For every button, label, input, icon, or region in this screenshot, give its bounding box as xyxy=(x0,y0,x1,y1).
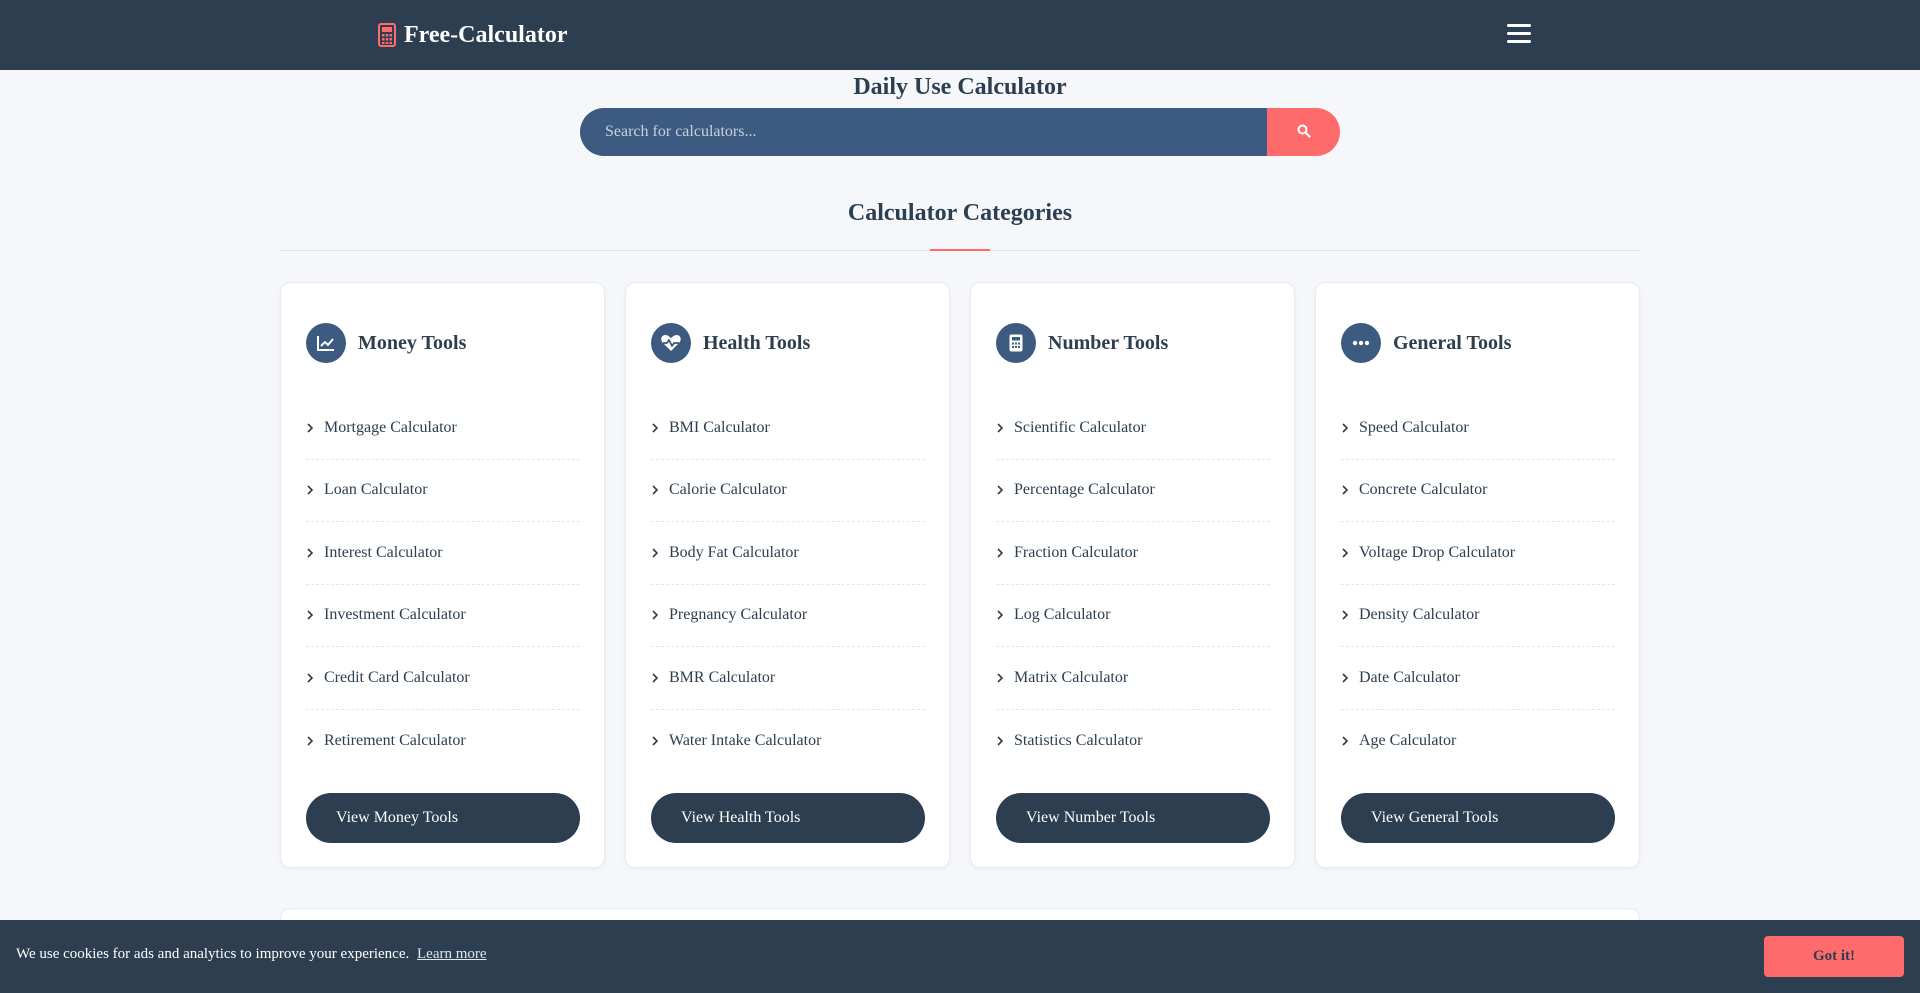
search-bar xyxy=(580,108,1340,156)
list-item-pregnancy-calculator[interactable]: Pregnancy Calculator xyxy=(651,585,925,647)
calculator-list: Scientific Calculator Percentage Calcula… xyxy=(996,397,1270,772)
section-accent-bar xyxy=(930,249,990,251)
chevron-right-icon xyxy=(1341,609,1351,621)
categories-heading: Calculator Categories xyxy=(847,200,1073,226)
list-item-scientific-calculator[interactable]: Scientific Calculator xyxy=(996,397,1270,460)
list-item-interest-calculator[interactable]: Interest Calculator xyxy=(306,522,580,585)
search-icon xyxy=(1297,124,1311,141)
learn-more-link[interactable]: Learn more xyxy=(417,946,487,962)
list-item-fraction-calculator[interactable]: Fraction Calculator xyxy=(996,522,1270,585)
chevron-right-icon xyxy=(651,422,661,434)
hamburger-menu-icon[interactable] xyxy=(1507,24,1531,44)
search-button[interactable] xyxy=(1267,108,1340,156)
chevron-right-icon xyxy=(996,735,1006,747)
list-item-bmr-calculator[interactable]: BMR Calculator xyxy=(651,647,925,710)
brand-logo-link[interactable]: Free-Calculator xyxy=(378,20,568,50)
chart-line-icon xyxy=(306,323,346,363)
list-item-investment-calculator[interactable]: Investment Calculator xyxy=(306,585,580,647)
list-item-mortgage-calculator[interactable]: Mortgage Calculator xyxy=(306,397,580,460)
calculator-list: BMI Calculator Calorie Calculator Body F… xyxy=(651,397,925,772)
list-item-date-calculator[interactable]: Date Calculator xyxy=(1341,647,1615,710)
search-input[interactable] xyxy=(580,108,1267,156)
card-title: General Tools xyxy=(1393,331,1512,354)
card-title: Health Tools xyxy=(703,331,811,354)
chevron-right-icon xyxy=(651,672,661,684)
cookie-message: We use cookies for ads and analytics to … xyxy=(16,946,487,962)
calculator-icon xyxy=(378,23,396,47)
chevron-right-icon xyxy=(996,484,1006,496)
category-card-number: Number Tools Scientific Calculator Perce… xyxy=(970,282,1295,868)
ellipsis-icon xyxy=(1341,323,1381,363)
accept-cookies-button[interactable]: Got it! xyxy=(1764,936,1904,977)
list-item-density-calculator[interactable]: Density Calculator xyxy=(1341,585,1615,647)
list-item-body-fat-calculator[interactable]: Body Fat Calculator xyxy=(651,522,925,585)
chevron-right-icon xyxy=(306,484,316,496)
view-general-tools-button[interactable]: View General Tools xyxy=(1341,793,1615,843)
chevron-right-icon xyxy=(996,422,1006,434)
chevron-right-icon xyxy=(306,672,316,684)
top-navbar: Free-Calculator xyxy=(0,0,1920,70)
chevron-right-icon xyxy=(1341,422,1351,434)
list-item-bmi-calculator[interactable]: BMI Calculator xyxy=(651,397,925,460)
chevron-right-icon xyxy=(306,609,316,621)
chevron-right-icon xyxy=(651,735,661,747)
list-item-statistics-calculator[interactable]: Statistics Calculator xyxy=(996,710,1270,773)
category-card-health: Health Tools BMI Calculator Calorie Calc… xyxy=(625,282,950,868)
chevron-right-icon xyxy=(651,609,661,621)
chevron-right-icon xyxy=(1341,547,1351,559)
list-item-percentage-calculator[interactable]: Percentage Calculator xyxy=(996,460,1270,522)
chevron-right-icon xyxy=(651,484,661,496)
calculator-list: Speed Calculator Concrete Calculator Vol… xyxy=(1341,397,1615,772)
chevron-right-icon xyxy=(306,735,316,747)
brand-name: Free-Calculator xyxy=(404,21,568,48)
chevron-right-icon xyxy=(1341,484,1351,496)
page-title: Daily Use Calculator xyxy=(853,74,1067,100)
view-health-tools-button[interactable]: View Health Tools xyxy=(651,793,925,843)
chevron-right-icon xyxy=(1341,672,1351,684)
chevron-right-icon xyxy=(996,609,1006,621)
list-item-water-intake-calculator[interactable]: Water Intake Calculator xyxy=(651,710,925,773)
chevron-right-icon xyxy=(306,547,316,559)
heartbeat-icon xyxy=(651,323,691,363)
chevron-right-icon xyxy=(306,422,316,434)
chevron-right-icon xyxy=(996,672,1006,684)
list-item-matrix-calculator[interactable]: Matrix Calculator xyxy=(996,647,1270,710)
view-number-tools-button[interactable]: View Number Tools xyxy=(996,793,1270,843)
chevron-right-icon xyxy=(1341,735,1351,747)
list-item-age-calculator[interactable]: Age Calculator xyxy=(1341,710,1615,773)
list-item-voltage-drop-calculator[interactable]: Voltage Drop Calculator xyxy=(1341,522,1615,585)
chevron-right-icon xyxy=(651,547,661,559)
cookie-consent-bar: We use cookies for ads and analytics to … xyxy=(0,920,1920,993)
list-item-credit-card-calculator[interactable]: Credit Card Calculator xyxy=(306,647,580,710)
chevron-right-icon xyxy=(996,547,1006,559)
list-item-log-calculator[interactable]: Log Calculator xyxy=(996,585,1270,647)
category-card-money: Money Tools Mortgage Calculator Loan Cal… xyxy=(280,282,605,868)
calculator-icon xyxy=(996,323,1036,363)
list-item-speed-calculator[interactable]: Speed Calculator xyxy=(1341,397,1615,460)
list-item-loan-calculator[interactable]: Loan Calculator xyxy=(306,460,580,522)
card-title: Number Tools xyxy=(1048,331,1169,354)
card-title: Money Tools xyxy=(358,331,467,354)
category-card-general: General Tools Speed Calculator Concrete … xyxy=(1315,282,1640,868)
list-item-retirement-calculator[interactable]: Retirement Calculator xyxy=(306,710,580,773)
view-money-tools-button[interactable]: View Money Tools xyxy=(306,793,580,843)
list-item-calorie-calculator[interactable]: Calorie Calculator xyxy=(651,460,925,522)
list-item-concrete-calculator[interactable]: Concrete Calculator xyxy=(1341,460,1615,522)
calculator-list: Mortgage Calculator Loan Calculator Inte… xyxy=(306,397,580,772)
